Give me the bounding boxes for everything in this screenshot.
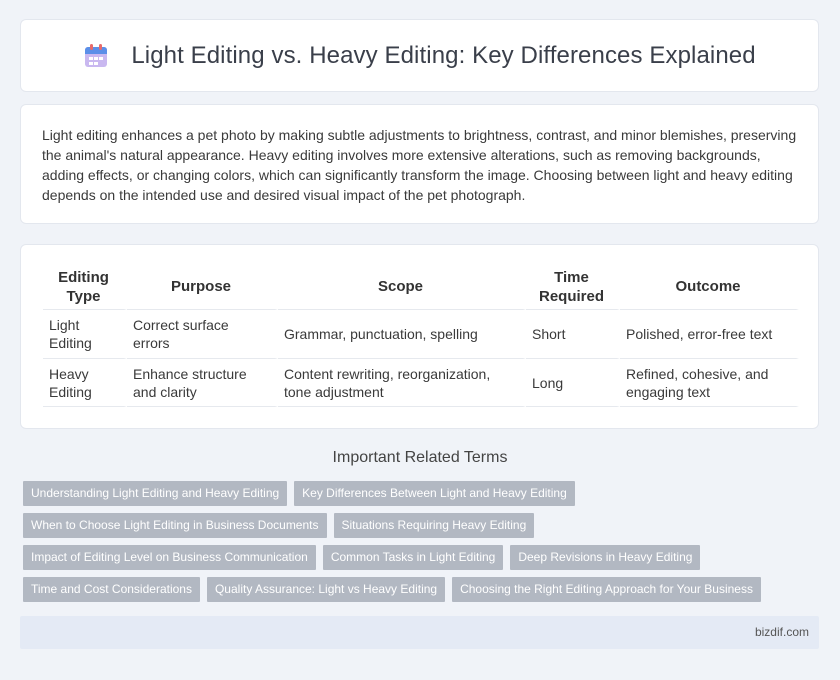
table-cell: Short: [526, 309, 620, 358]
header-outcome: Outcome: [620, 267, 799, 309]
table-cell: Light Editing: [43, 309, 127, 358]
table-cell: Grammar, punctuation, spelling: [278, 309, 526, 358]
table-cell: Correct surface errors: [127, 309, 278, 358]
header-editing-type: Editing Type: [43, 267, 127, 309]
table-row: Light Editing Correct surface errors Gra…: [43, 309, 799, 358]
title-card: Light Editing vs. Heavy Editing: Key Dif…: [20, 19, 819, 92]
related-tag[interactable]: Deep Revisions in Heavy Editing: [510, 545, 701, 570]
header-scope: Scope: [278, 267, 526, 309]
site-name[interactable]: bizdif.com: [755, 625, 809, 639]
table-cell: Enhance structure and clarity: [127, 358, 278, 407]
related-tag[interactable]: Situations Requiring Heavy Editing: [333, 513, 535, 538]
related-tag[interactable]: Time and Cost Considerations: [23, 577, 200, 602]
calendar-icon: [83, 43, 109, 69]
related-tag[interactable]: Key Differences Between Light and Heavy …: [294, 481, 575, 506]
table-header-row: Editing Type Purpose Scope Time Required…: [43, 267, 799, 309]
footer: bizdif.com: [20, 616, 819, 649]
related-tag[interactable]: Understanding Light Editing and Heavy Ed…: [23, 481, 288, 506]
table-cell: Polished, error-free text: [620, 309, 799, 358]
related-tag[interactable]: Impact of Editing Level on Business Comm…: [23, 545, 316, 570]
related-terms-tags: Understanding Light Editing and Heavy Ed…: [23, 481, 813, 609]
table-cell: Refined, cohesive, and engaging text: [620, 358, 799, 407]
intro-card: Light editing enhances a pet photo by ma…: [20, 104, 819, 224]
header-time-required: Time Required: [526, 267, 620, 309]
related-tag[interactable]: Choosing the Right Editing Approach for …: [452, 577, 761, 602]
comparison-table-card: Editing Type Purpose Scope Time Required…: [20, 244, 819, 429]
header-purpose: Purpose: [127, 267, 278, 309]
related-tag[interactable]: When to Choose Light Editing in Business…: [23, 513, 327, 538]
table-cell: Content rewriting, reorganization, tone …: [278, 358, 526, 407]
comparison-table: Editing Type Purpose Scope Time Required…: [43, 267, 799, 407]
related-tag[interactable]: Quality Assurance: Light vs Heavy Editin…: [206, 577, 446, 602]
related-terms-heading: Important Related Terms: [332, 449, 508, 466]
intro-text: Light editing enhances a pet photo by ma…: [42, 127, 797, 203]
table-cell: Heavy Editing: [43, 358, 127, 407]
page-title: Light Editing vs. Heavy Editing: Key Dif…: [131, 41, 756, 69]
table-cell: Long: [526, 358, 620, 407]
table-row: Heavy Editing Enhance structure and clar…: [43, 358, 799, 407]
related-tag[interactable]: Common Tasks in Light Editing: [322, 545, 504, 570]
